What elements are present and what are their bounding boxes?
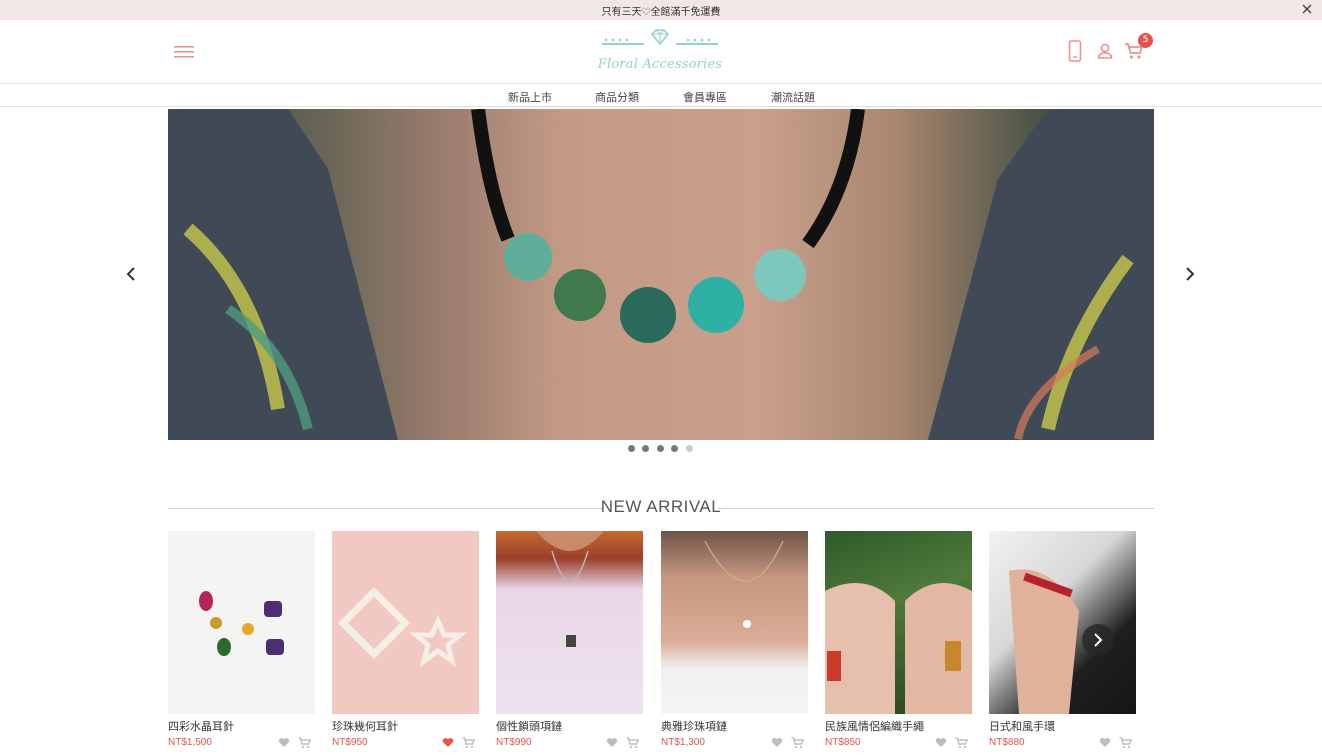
add-to-cart-icon[interactable] <box>298 737 311 749</box>
user-icon[interactable] <box>1097 43 1113 59</box>
product-name: 典雅珍珠項鏈 <box>661 720 727 733</box>
heart-icon[interactable] <box>278 737 290 748</box>
nav-item-members[interactable]: 會員專區 <box>683 89 727 105</box>
product-card: 民族風情侶編織手繩 NT$850 <box>825 531 972 756</box>
product-price: NT$880 <box>989 737 1025 748</box>
product-price: NT$1,500 <box>168 737 212 748</box>
add-to-cart-icon[interactable] <box>1119 737 1132 749</box>
product-card: 典雅珍珠項鏈 NT$1,300 <box>661 531 808 756</box>
product-image[interactable] <box>168 531 315 714</box>
phone-icon[interactable] <box>1068 40 1082 62</box>
product-card: 個性鎖頭項鏈 NT$990 <box>496 531 643 756</box>
carousel-dot-2[interactable] <box>642 445 649 452</box>
product-name: 珍珠幾何耳針 <box>332 720 398 733</box>
pearl-earring-photo <box>337 586 467 667</box>
promo-text: 只有三天♡全館滿千免運費 <box>601 7 721 18</box>
pearl-necklace-photo <box>704 540 784 628</box>
earring-photo <box>199 591 284 656</box>
product-price: NT$1,300 <box>661 737 705 748</box>
product-name: 日式和風手環 <box>989 720 1055 733</box>
product-card: 珍珠幾何耳針 NT$950 <box>332 531 479 756</box>
site-logo[interactable]: Floral Accessories <box>596 28 724 78</box>
diamond-logo-icon <box>602 29 718 46</box>
product-name: 四彩水晶耳針 <box>168 720 234 733</box>
product-image[interactable] <box>332 531 479 714</box>
add-to-cart-icon[interactable] <box>462 737 475 749</box>
nav-item-categories[interactable]: 商品分類 <box>595 89 639 105</box>
product-name: 民族風情侶編織手繩 <box>825 720 924 733</box>
nav-item-trends[interactable]: 潮流話題 <box>771 89 815 105</box>
menu-icon[interactable] <box>174 44 194 60</box>
carousel-dot-1[interactable] <box>628 445 635 452</box>
add-to-cart-icon[interactable] <box>626 737 639 749</box>
product-image[interactable] <box>496 531 643 714</box>
heart-icon[interactable] <box>606 737 618 748</box>
chevron-left-icon[interactable] <box>124 264 138 284</box>
carousel-dot-3[interactable] <box>657 445 664 452</box>
heart-icon[interactable] <box>935 737 947 748</box>
chevron-right-icon <box>1094 633 1103 647</box>
product-image[interactable] <box>661 531 808 714</box>
chevron-right-icon[interactable] <box>1183 264 1197 284</box>
carousel-dot-5[interactable] <box>686 445 693 452</box>
product-price: NT$850 <box>825 737 861 748</box>
nav-item-new[interactable]: 新品上市 <box>508 89 552 105</box>
logo-text: Floral Accessories <box>597 57 723 72</box>
hero-slide-image[interactable] <box>168 109 1154 440</box>
site-header: Floral Accessories <box>0 20 1322 84</box>
close-icon[interactable] <box>1300 2 1314 16</box>
add-to-cart-icon[interactable] <box>955 737 968 749</box>
lock-necklace-photo <box>536 531 604 647</box>
product-image[interactable] <box>825 531 972 714</box>
product-image[interactable] <box>989 531 1136 714</box>
section-title: NEW ARRIVAL <box>600 497 722 516</box>
hand-bracelet-photo <box>1009 569 1079 714</box>
heart-icon[interactable] <box>442 737 454 748</box>
necklace-photo <box>168 109 1154 440</box>
cart-count-badge: 5 <box>1138 33 1153 48</box>
product-price: NT$950 <box>332 737 368 748</box>
add-to-cart-icon[interactable] <box>791 737 804 749</box>
product-name: 個性鎖頭項鏈 <box>496 720 562 733</box>
heart-icon[interactable] <box>771 737 783 748</box>
products-next-button[interactable] <box>1082 624 1114 656</box>
main-nav: 新品上市 商品分類 會員專區 潮流話題 <box>0 85 1322 107</box>
carousel-dot-4[interactable] <box>671 445 678 452</box>
promo-bar: 只有三天♡全館滿千免運費 <box>0 0 1322 20</box>
bracelet-photo <box>825 583 972 714</box>
heart-icon[interactable] <box>1099 737 1111 748</box>
product-price: NT$990 <box>496 737 532 748</box>
product-card: 四彩水晶耳針 NT$1,500 <box>168 531 315 756</box>
